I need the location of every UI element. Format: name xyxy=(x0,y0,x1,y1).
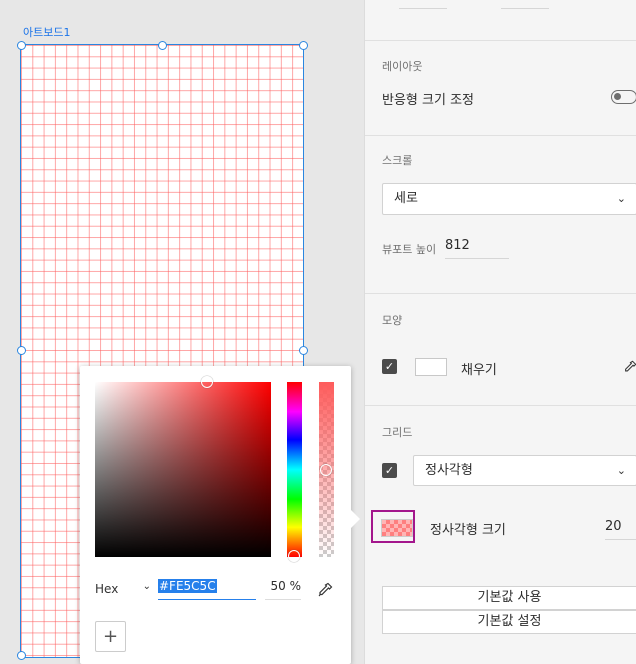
resize-handle-middle-right[interactable] xyxy=(299,346,308,355)
scroll-section-title: 스크롤 xyxy=(382,154,413,167)
hue-slider-handle[interactable] xyxy=(288,550,300,562)
grid-size-label: 정사각형 크기 xyxy=(430,523,506,538)
color-mode-value: Hex xyxy=(95,582,119,596)
grid-color-swatch[interactable] xyxy=(381,519,413,537)
fill-label: 채우기 xyxy=(461,363,497,378)
opacity-slider[interactable] xyxy=(319,382,334,557)
resize-handle-top-right[interactable] xyxy=(299,41,308,50)
grid-color-swatch-highlight[interactable] xyxy=(371,510,415,543)
resize-handle-bottom-left[interactable] xyxy=(17,651,26,660)
fill-checkbox[interactable]: ✓ xyxy=(382,359,397,374)
viewport-height-input[interactable]: 812 xyxy=(445,238,509,259)
grid-checkbox[interactable]: ✓ xyxy=(382,463,397,478)
resize-handle-top-center[interactable] xyxy=(158,41,167,50)
fill-color-swatch[interactable] xyxy=(415,358,447,376)
viewport-height-label: 뷰포트 높이 xyxy=(382,243,437,256)
hex-input[interactable]: #FE5C5C xyxy=(158,579,256,600)
artboard-name[interactable]: 아트보드1 xyxy=(23,24,70,40)
opacity-slider-handle[interactable] xyxy=(320,464,332,476)
add-swatch-button[interactable]: + xyxy=(95,621,126,652)
hue-slider[interactable] xyxy=(287,382,302,562)
layout-section: 레이아웃 반응형 크기 조정 xyxy=(365,40,636,136)
use-default-button[interactable]: 기본값 사용 xyxy=(382,586,636,610)
scroll-section: 스크롤 세로 ⌄ 뷰포트 높이 812 xyxy=(365,135,636,294)
grid-size-input[interactable]: 20 xyxy=(605,519,636,540)
opacity-input[interactable]: 50 % xyxy=(265,579,301,600)
property-inspector: 레이아웃 반응형 크기 조정 스크롤 세로 ⌄ 뷰포트 높이 812 모양 ✓ … xyxy=(364,0,636,664)
top-section-divider xyxy=(365,0,636,41)
chevron-down-icon: ⌄ xyxy=(142,581,151,592)
popover-arrow xyxy=(351,510,360,528)
layout-section-title: 레이아웃 xyxy=(382,60,423,73)
appearance-section-title: 모양 xyxy=(382,314,403,327)
color-picker-popover: Hex ⌄ #FE5C5C 50 % + xyxy=(80,366,351,664)
saturation-value-cursor[interactable] xyxy=(201,376,213,388)
appearance-section: 모양 xyxy=(365,293,636,406)
hex-value-selected: #FE5C5C xyxy=(158,579,217,593)
scroll-direction-dropdown[interactable]: 세로 ⌄ xyxy=(382,183,636,215)
responsive-resize-label: 반응형 크기 조정 xyxy=(382,93,474,108)
grid-section-title: 그리드 xyxy=(382,426,413,439)
resize-handle-middle-left[interactable] xyxy=(17,346,26,355)
responsive-resize-toggle[interactable] xyxy=(611,90,636,104)
grid-type-dropdown[interactable]: 정사각형 ⌄ xyxy=(413,455,636,486)
chevron-down-icon: ⌄ xyxy=(616,192,626,205)
chevron-down-icon: ⌄ xyxy=(616,464,626,477)
set-default-button[interactable]: 기본값 설정 xyxy=(382,610,636,634)
eyedropper-icon[interactable] xyxy=(317,582,333,598)
color-mode-select[interactable]: Hex ⌄ xyxy=(95,581,151,596)
saturation-value-area[interactable] xyxy=(95,376,271,557)
eyedropper-icon[interactable] xyxy=(623,360,636,374)
resize-handle-top-left[interactable] xyxy=(17,41,26,50)
scroll-direction-value: 세로 xyxy=(394,191,418,206)
grid-type-value: 정사각형 xyxy=(425,463,473,478)
